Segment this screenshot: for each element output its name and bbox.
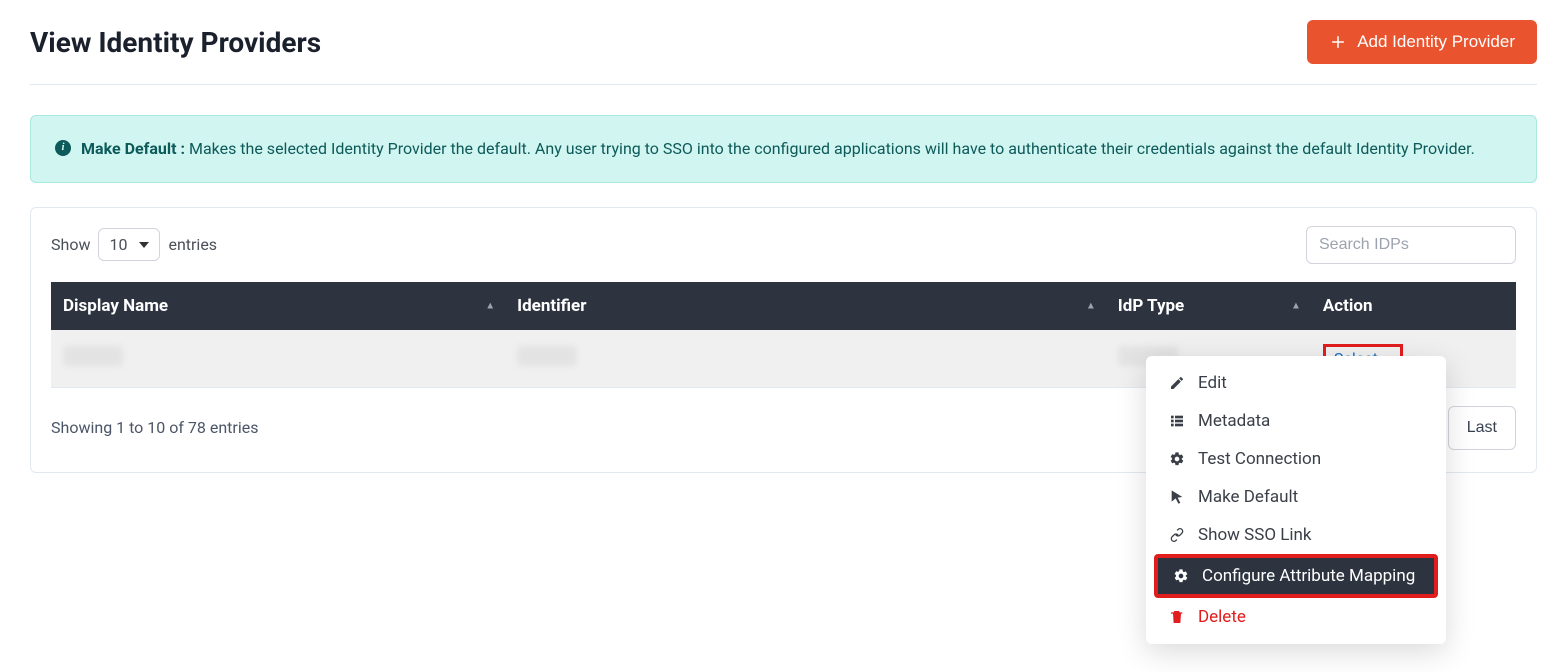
dd-metadata[interactable]: Metadata xyxy=(1146,402,1446,440)
add-identity-provider-button[interactable]: Add Identity Provider xyxy=(1307,20,1537,64)
col-idp-type[interactable]: IdP Type ▲ xyxy=(1106,282,1311,330)
dd-sso-label: Show SSO Link xyxy=(1198,525,1312,545)
cursor-icon xyxy=(1168,489,1186,505)
info-banner: i Make Default : Makes the selected Iden… xyxy=(30,115,1537,183)
entries-control: Show 10 entries xyxy=(51,228,217,261)
page-last[interactable]: Last xyxy=(1448,406,1516,450)
chevron-down-icon xyxy=(139,242,149,248)
info-icon: i xyxy=(55,140,71,156)
page-title: View Identity Providers xyxy=(30,26,321,59)
edit-icon xyxy=(1168,375,1186,391)
dd-configure-label: Configure Attribute Mapping xyxy=(1202,566,1415,586)
trash-icon xyxy=(1168,609,1186,625)
action-dropdown: Edit Metadata Test Connection xyxy=(1146,356,1446,644)
col-display-name[interactable]: Display Name ▲ xyxy=(51,282,505,330)
col-idp-type-label: IdP Type xyxy=(1118,296,1184,316)
col-display-name-label: Display Name xyxy=(63,296,168,316)
sort-icon: ▲ xyxy=(1291,300,1301,311)
add-button-label: Add Identity Provider xyxy=(1357,32,1515,52)
page-header: View Identity Providers Add Identity Pro… xyxy=(30,20,1537,85)
dd-test-label: Test Connection xyxy=(1198,449,1321,469)
col-action: Action xyxy=(1311,282,1516,330)
dd-show-sso[interactable]: Show SSO Link xyxy=(1146,516,1446,554)
dd-make-default[interactable]: Make Default xyxy=(1146,478,1446,516)
sort-icon: ▲ xyxy=(485,300,495,311)
dd-configure-attribute-mapping[interactable]: Configure Attribute Mapping xyxy=(1154,554,1438,598)
plus-icon xyxy=(1329,33,1347,51)
cell-identifier xyxy=(517,346,577,366)
page-size-value: 10 xyxy=(109,235,127,254)
show-label: Show xyxy=(51,235,90,254)
dd-edit-label: Edit xyxy=(1198,373,1227,393)
info-text: Makes the selected Identity Provider the… xyxy=(185,139,1475,158)
dd-test-connection[interactable]: Test Connection xyxy=(1146,440,1446,478)
gear-icon xyxy=(1172,568,1190,584)
dd-edit[interactable]: Edit xyxy=(1146,364,1446,402)
dd-metadata-label: Metadata xyxy=(1198,411,1270,431)
link-icon xyxy=(1168,527,1186,543)
search-input[interactable] xyxy=(1306,226,1516,264)
dd-default-label: Make Default xyxy=(1198,487,1298,507)
list-icon xyxy=(1168,413,1186,429)
table-card: Show 10 entries Display Name ▲ Identifie… xyxy=(30,207,1537,473)
col-identifier[interactable]: Identifier ▲ xyxy=(505,282,1106,330)
gears-icon xyxy=(1168,451,1186,467)
table-summary: Showing 1 to 10 of 78 entries xyxy=(51,418,258,437)
col-action-label: Action xyxy=(1323,296,1373,316)
page-size-select[interactable]: 10 xyxy=(98,228,160,261)
dd-delete-label: Delete xyxy=(1198,607,1246,627)
info-label: Make Default : xyxy=(81,139,185,158)
entries-label: entries xyxy=(168,235,217,254)
sort-icon: ▲ xyxy=(1086,300,1096,311)
col-identifier-label: Identifier xyxy=(517,296,586,316)
cell-display-name xyxy=(63,346,123,366)
dd-delete[interactable]: Delete xyxy=(1146,598,1446,636)
